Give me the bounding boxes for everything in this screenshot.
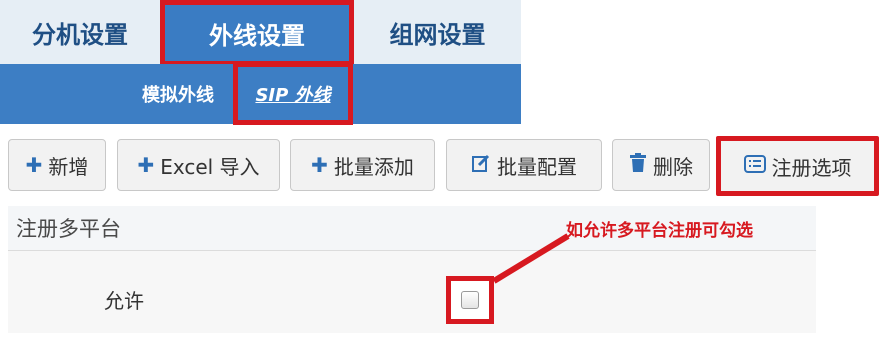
annotation-note: 如允许多平台注册可勾选 [566,221,753,241]
allow-multi-platform-checkbox[interactable] [461,291,479,309]
